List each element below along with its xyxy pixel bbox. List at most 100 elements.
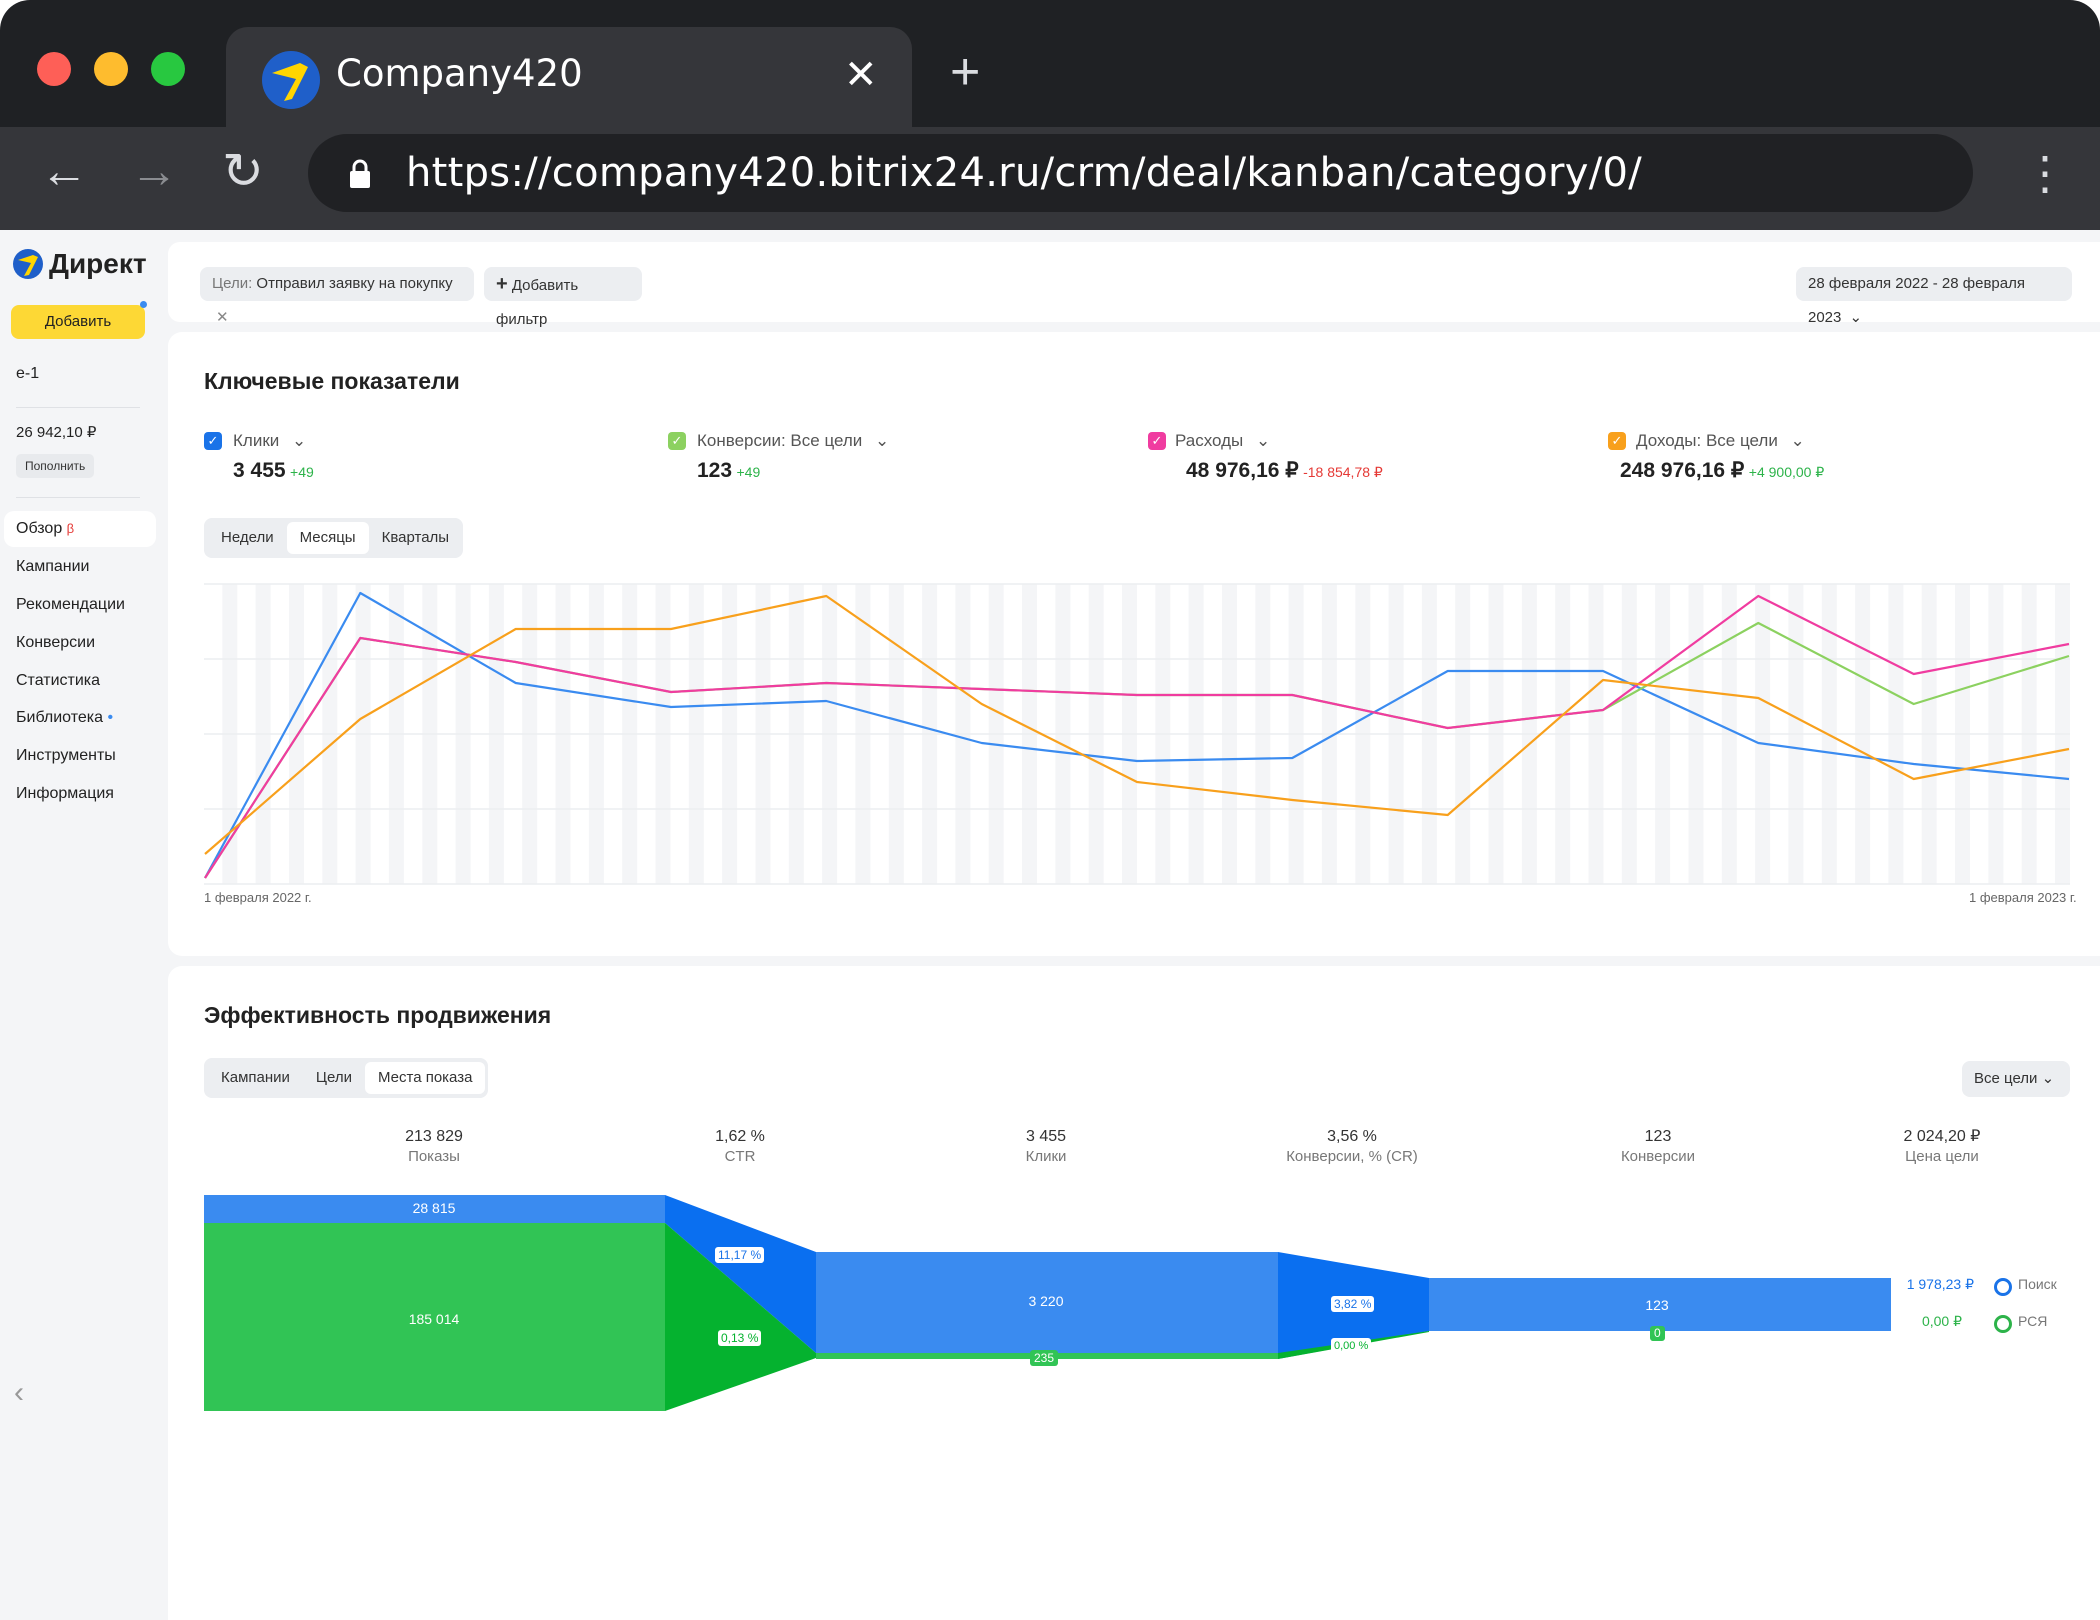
column-label: Цена цели [1905,1148,1979,1165]
metric-value: 3 455 [233,459,286,482]
key-metrics-title: Ключевые показатели [204,368,460,394]
x-axis-end-label: 1 февраля 2023 г. [1969,890,2077,905]
metric-conversions-value: 123 +49 [697,458,760,484]
metric-value: 48 976,16 ₽ [1186,459,1299,482]
url-text[interactable]: https://company420.bitrix24.ru/crm/deal/… [406,148,1642,198]
divider [16,497,140,498]
direct-logo-text: Директ [49,248,147,279]
direct-logo-icon [12,248,44,285]
date-range-select[interactable]: 28 февраля 2022 - 28 февраля 2023 ⌄ [1796,267,2072,326]
lock-icon [348,159,372,194]
column-label: CTR [724,1148,756,1165]
notification-dot [140,301,147,308]
search-legend-marker [1994,1278,2012,1296]
sidebar-item-tools[interactable]: Инструменты [16,745,116,767]
tab-close-icon[interactable]: ✕ [844,50,878,100]
beta-badge: β [66,521,75,536]
sidebar-item-statistics[interactable]: Статистика [16,670,100,692]
tab-placements[interactable]: Места показа [364,1062,486,1094]
funnel-column: 3,56 % Конверсии, % (CR) [1252,1127,1452,1167]
add-button[interactable]: Добавить [11,305,145,339]
chevron-down-icon: ⌄ [292,431,307,450]
maximize-window-button[interactable] [151,52,185,86]
plus-icon: + [496,273,508,295]
sidebar-item-label: Обзор [16,520,63,537]
effectiveness-tabs: Кампании Цели Места показа [204,1058,488,1098]
add-filter-button[interactable]: + Добавить фильтр [484,267,642,328]
tab-goals[interactable]: Цели [303,1062,365,1094]
metric-clicks-value: 3 455 +49 [233,458,314,484]
metric-label: Расходы [1175,431,1244,450]
x-axis-start-label: 1 февраля 2022 г. [204,890,312,905]
sidebar-item-campaigns[interactable]: Кампании [16,556,90,578]
checkbox-icon[interactable]: ✓ [1148,432,1166,450]
network-conv-badge: 0 [1650,1326,1665,1341]
goal-filter-prefix: Цели: [212,275,253,292]
minimize-window-button[interactable] [94,52,128,86]
tab-quarters[interactable]: Кварталы [369,522,462,554]
sidebar-item-conversions[interactable]: Конверсии [16,632,95,654]
network-legend-marker [1994,1315,2012,1333]
search-ctr-badge: 11,17 % [715,1247,765,1263]
favicon-icon [262,51,320,109]
funnel-column: 123 Конверсии [1558,1127,1758,1167]
column-value: 1,62 % [715,1128,765,1145]
reload-icon[interactable]: ↻ [222,142,264,200]
topup-button[interactable]: Пополнить [16,454,95,478]
network-cr-badge: 0,00 % [1331,1338,1372,1354]
sidebar-item-library[interactable]: Библиотека • [16,707,113,729]
chevron-down-icon: ⌄ [1256,431,1271,450]
metric-clicks-label[interactable]: Клики ⌄ [233,430,306,452]
network-legend-label: РСЯ [2018,1313,2048,1329]
sidebar-item-label: Библиотека [16,709,103,726]
checkbox-icon[interactable]: ✓ [1608,432,1626,450]
back-icon[interactable]: ← [40,144,88,200]
column-label: Клики [1025,1148,1067,1165]
tab-campaigns[interactable]: Кампании [208,1062,303,1094]
goal-filter-chip[interactable]: Цели: Отправил заявку на покупку ✕ [200,267,474,326]
browser-menu-icon[interactable]: ⋮ [2022,146,2068,200]
goals-select[interactable]: Все цели ⌄ [1962,1061,2070,1097]
collapse-sidebar-icon[interactable]: ‹ [14,1376,24,1410]
column-value: 3,56 % [1327,1128,1377,1145]
network-clicks-badge: 235 [1030,1350,1059,1366]
library-dot: • [107,709,114,726]
search-cr-badge: 3,82 % [1331,1296,1375,1312]
search-shows-label: 28 815 [412,1200,456,1216]
funnel-column: 3 455 Клики [946,1127,1146,1167]
chevron-down-icon: ⌄ [2041,1070,2055,1087]
search-clicks-label: 3 220 [1028,1293,1064,1309]
metric-label: Доходы: Все цели [1636,431,1778,450]
column-label: Показы [408,1148,460,1165]
search-goal-price: 1 978,23 ₽ [1906,1276,1974,1292]
metric-revenue-label[interactable]: Доходы: Все цели ⌄ [1636,430,1805,452]
network-shows-label: 185 014 [408,1311,460,1327]
metric-conversions-label[interactable]: Конверсии: Все цели ⌄ [697,430,889,452]
sidebar-item-overview[interactable]: Обзор β [16,518,74,540]
remove-filter-icon[interactable]: ✕ [216,309,229,326]
tab-weeks[interactable]: Недели [208,522,287,554]
network-goal-price: 0,00 ₽ [1921,1313,1962,1329]
checkbox-icon[interactable]: ✓ [204,432,222,450]
metric-expenses-label[interactable]: Расходы ⌄ [1175,430,1270,452]
funnel-column: 1,62 % CTR [640,1127,840,1167]
funnel-column: 2 024,20 ₽ Цена цели [1842,1127,2042,1167]
sidebar-item-recommendations[interactable]: Рекомендации [16,594,125,616]
goals-select-label: Все цели [1974,1070,2038,1087]
close-window-button[interactable] [37,52,71,86]
account-name[interactable]: e-1 [16,365,39,383]
tab-months[interactable]: Месяцы [286,522,369,554]
forward-icon[interactable]: → [130,144,178,200]
column-label: Конверсии [1620,1148,1696,1165]
chevron-down-icon: ⌄ [875,431,890,450]
metric-label: Конверсии: Все цели [697,431,863,450]
metric-delta: +49 [290,464,314,480]
new-tab-button[interactable]: + [950,44,980,100]
sidebar-item-info[interactable]: Информация [16,783,114,805]
checkbox-icon[interactable]: ✓ [668,432,686,450]
metric-delta: -18 854,78 ₽ [1303,464,1383,480]
balance-value: 26 942,10 ₽ [16,424,97,441]
metric-expenses-value: 48 976,16 ₽ -18 854,78 ₽ [1186,458,1383,484]
metric-value: 123 [697,459,733,482]
divider [16,407,140,408]
